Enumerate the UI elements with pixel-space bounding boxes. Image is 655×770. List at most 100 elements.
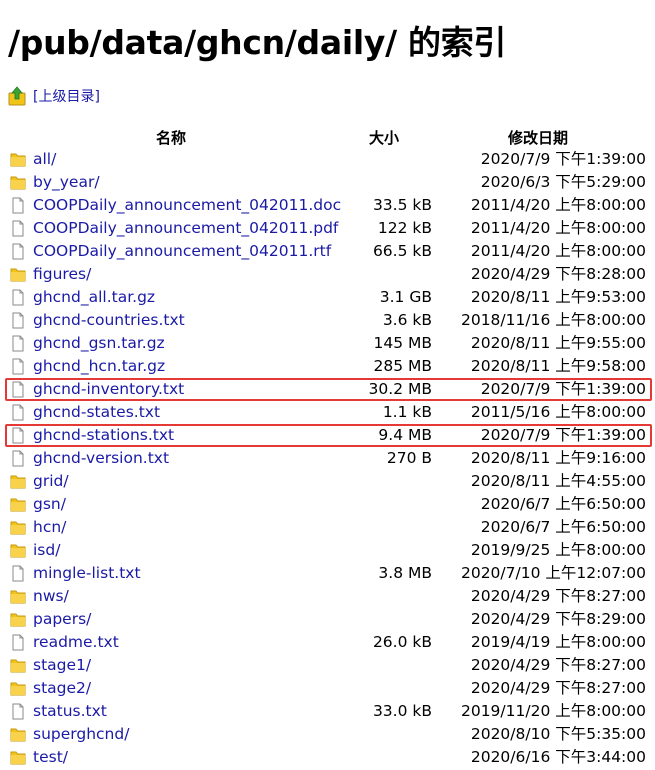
entry-link[interactable]: ghcnd_hcn.tar.gz (33, 355, 165, 378)
entry-link[interactable]: ghcnd-inventory.txt (33, 378, 184, 401)
folder-icon (10, 611, 26, 628)
column-header-modified[interactable]: 修改日期 (508, 127, 568, 149)
entry-size: 122 kB (377, 219, 432, 237)
entry-size: 270 B (386, 449, 432, 467)
entry-link[interactable]: figures/ (33, 263, 91, 286)
file-icon (10, 289, 26, 306)
entry-modified-date: 2011/4/20 上午8:00:00 (470, 196, 646, 214)
entry-size: 33.5 kB (372, 196, 432, 214)
entry-size: 30.2 MB (368, 380, 432, 398)
entry-modified-date: 2020/8/11 上午9:58:00 (470, 357, 646, 375)
file-row: isd/2019/9/25 上午8:00:00 (0, 539, 655, 562)
file-row: ghcnd-countries.txt 3.6 kB 2018/11/16 上午8:… (0, 309, 655, 332)
entry-modified-date: 2019/4/19 上午8:00:00 (470, 633, 646, 651)
file-row: COOPDaily_announcement_042011.pdf 122 kB 2… (0, 217, 655, 240)
folder-icon (10, 151, 26, 168)
folder-icon (10, 496, 26, 513)
file-icon (10, 634, 26, 651)
entry-modified-date: 2020/6/7 上午6:50:00 (480, 495, 646, 513)
file-icon (10, 404, 26, 421)
entry-link[interactable]: ghcnd-version.txt (33, 447, 169, 470)
file-row: stage1/2020/4/29 下午8:27:00 (0, 654, 655, 677)
entry-modified-date: 2019/11/20 上午8:00:00 (460, 702, 646, 720)
entry-modified-date: 2020/6/16 下午3:44:00 (470, 748, 646, 766)
entry-modified-date: 2020/8/11 上午9:16:00 (470, 449, 646, 467)
file-icon (10, 197, 26, 214)
entry-modified-date: 2020/7/9 下午1:39:00 (480, 426, 646, 444)
file-row: mingle-list.txt 3.8 MB 2020/7/10 上午12:07:0… (0, 562, 655, 585)
file-row: grid/2020/8/11 上午4:55:00 (0, 470, 655, 493)
folder-icon (10, 588, 26, 605)
file-icon (10, 220, 26, 237)
folder-icon (10, 174, 26, 191)
file-icon (10, 358, 26, 375)
file-row: COOPDaily_announcement_042011.rtf 66.5 kB… (0, 240, 655, 263)
file-row: ghcnd_all.tar.gz 3.1 GB 2020/8/11 上午9:53:0… (0, 286, 655, 309)
entry-link[interactable]: papers/ (33, 608, 91, 631)
column-header-size[interactable]: 大小 (369, 127, 399, 149)
entry-size: 9.4 MB (378, 426, 432, 444)
parent-directory-link[interactable]: [上级目录] (33, 86, 100, 106)
entry-modified-date: 2018/11/16 上午8:00:00 (460, 311, 646, 329)
folder-icon (10, 542, 26, 559)
parent-directory-row[interactable]: [上级目录] (8, 85, 100, 107)
entry-link[interactable]: ghcnd_all.tar.gz (33, 286, 155, 309)
entry-link[interactable]: stage1/ (33, 654, 91, 677)
entry-modified-date: 2020/8/10 下午5:35:00 (470, 725, 646, 743)
entry-link[interactable]: ghcnd_gsn.tar.gz (33, 332, 165, 355)
entry-modified-date: 2020/8/11 上午9:55:00 (470, 334, 646, 352)
entry-size: 3.6 kB (382, 311, 432, 329)
entry-link[interactable]: COOPDaily_announcement_042011.rtf (33, 240, 331, 263)
entry-link[interactable]: COOPDaily_announcement_042011.pdf (33, 217, 338, 240)
entry-link[interactable]: nws/ (33, 585, 69, 608)
column-header-name[interactable]: 名称 (156, 127, 186, 149)
file-row: ghcnd-version.txt 270 B 2020/8/11 上午9:16:0… (0, 447, 655, 470)
entry-link[interactable]: mingle-list.txt (33, 562, 141, 585)
entry-link[interactable]: by_year/ (33, 171, 100, 194)
entry-link[interactable]: ghcnd-states.txt (33, 401, 160, 424)
entry-link[interactable]: all/ (33, 148, 56, 171)
file-icon (10, 450, 26, 467)
entry-link[interactable]: hcn/ (33, 516, 66, 539)
entry-size: 145 MB (373, 334, 432, 352)
file-icon (10, 565, 26, 582)
entry-modified-date: 2020/6/7 上午6:50:00 (480, 518, 646, 536)
entry-link[interactable]: readme.txt (33, 631, 119, 654)
entry-modified-date: 2011/4/20 上午8:00:00 (470, 219, 646, 237)
folder-icon (10, 680, 26, 697)
folder-icon (10, 266, 26, 283)
file-row: papers/2020/4/29 下午8:29:00 (0, 608, 655, 631)
entry-link[interactable]: COOPDaily_announcement_042011.doc (33, 194, 341, 217)
entry-link[interactable]: gsn/ (33, 493, 66, 516)
entry-link[interactable]: stage2/ (33, 677, 91, 700)
entry-link[interactable]: status.txt (33, 700, 107, 723)
entry-link[interactable]: ghcnd-stations.txt (33, 424, 174, 447)
entry-link[interactable]: isd/ (33, 539, 60, 562)
entry-modified-date: 2011/4/20 上午8:00:00 (470, 242, 646, 260)
entry-size: 26.0 kB (372, 633, 432, 651)
entry-link[interactable]: ghcnd-countries.txt (33, 309, 185, 332)
entry-modified-date: 2020/8/11 上午4:55:00 (470, 472, 646, 490)
page-title: /pub/data/ghcn/daily/ 的索引 (8, 23, 507, 62)
entry-modified-date: 2020/4/29 下午8:29:00 (470, 610, 646, 628)
entry-modified-date: 2020/4/29 下午8:27:00 (470, 679, 646, 697)
entry-size: 285 MB (373, 357, 432, 375)
entry-link[interactable]: superghcnd/ (33, 723, 129, 746)
file-row: ghcnd_hcn.tar.gz 285 MB 2020/8/11 上午9:58:0… (0, 355, 655, 378)
file-row: all/2020/7/9 下午1:39:00 (0, 148, 655, 171)
file-icon (10, 312, 26, 329)
folder-icon (10, 657, 26, 674)
entry-link[interactable]: grid/ (33, 470, 69, 493)
entry-modified-date: 2020/7/9 下午1:39:00 (480, 380, 646, 398)
folder-icon (10, 473, 26, 490)
file-list: all/2020/7/9 下午1:39:00 by_year/2020/6/3 下… (0, 148, 655, 769)
file-row: stage2/2020/4/29 下午8:27:00 (0, 677, 655, 700)
entry-link[interactable]: test/ (33, 746, 68, 769)
file-row: test/2020/6/16 下午3:44:00 (0, 746, 655, 769)
file-row: superghcnd/2020/8/10 下午5:35:00 (0, 723, 655, 746)
entry-modified-date: 2020/8/11 上午9:53:00 (470, 288, 646, 306)
file-row: gsn/2020/6/7 上午6:50:00 (0, 493, 655, 516)
file-icon (10, 427, 26, 444)
file-row: COOPDaily_announcement_042011.doc 33.5 kB… (0, 194, 655, 217)
file-row: readme.txt 26.0 kB 2019/4/19 上午8:00:00 (0, 631, 655, 654)
